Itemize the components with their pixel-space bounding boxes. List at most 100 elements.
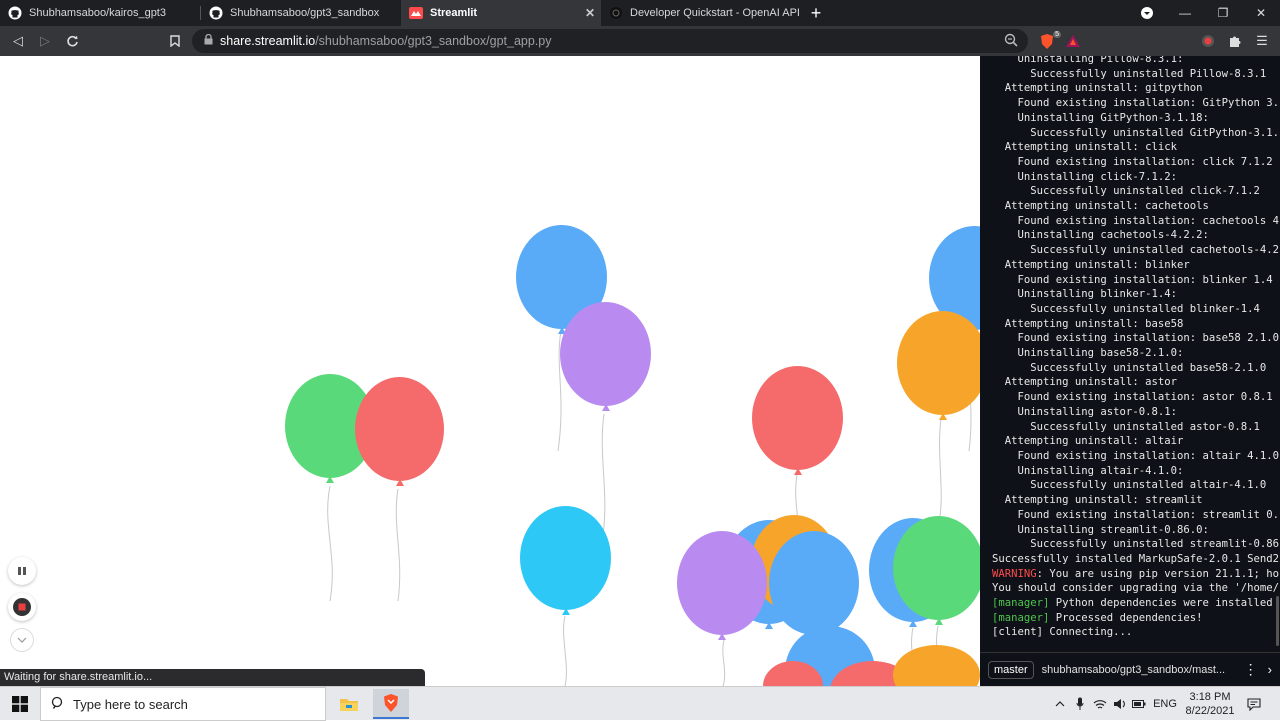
- back-button[interactable]: ◁: [8, 31, 28, 51]
- windows-start-icon[interactable]: [0, 687, 40, 721]
- reload-button[interactable]: [62, 31, 82, 51]
- balloon-knot: [561, 608, 570, 615]
- log-line: [manager] Python dependencies were insta…: [992, 597, 1273, 610]
- record-extension-icon[interactable]: [1198, 31, 1218, 51]
- log-line: Attempting uninstall: cachetools: [992, 200, 1209, 213]
- balloon-knot: [765, 622, 773, 629]
- wifi-icon[interactable]: [1090, 687, 1110, 721]
- log-line: Successfully uninstalled blinker-1.4: [992, 302, 1260, 315]
- log-line: Uninstalling altair-4.1.0:: [992, 464, 1184, 477]
- balloon: [752, 366, 843, 470]
- maximize-button[interactable]: ❐: [1204, 0, 1242, 26]
- log-lines: Uninstalling Pillow-8.3.1: Successfully …: [992, 56, 1279, 640]
- tab-4[interactable]: Developer Quickstart - OpenAI API: [601, 0, 801, 26]
- windows-taskbar: Type here to search ENG 3:18 PM 8/22/202…: [0, 686, 1280, 721]
- tab-2[interactable]: Shubhamsaboo/gpt3_sandbox: [201, 0, 401, 26]
- file-explorer-icon[interactable]: [331, 689, 367, 719]
- log-line: Found existing installation: altair 4.1.…: [992, 449, 1280, 462]
- browser-toolbar: ◁ ▷ share.streamlit.io/shubhamsaboo/gpt3…: [0, 26, 1280, 56]
- notifications-icon[interactable]: [1242, 687, 1266, 721]
- zoom-icon[interactable]: [1004, 33, 1018, 50]
- close-window-button[interactable]: ✕: [1242, 0, 1280, 26]
- balloon-knot: [793, 468, 802, 475]
- log-line: Attempting uninstall: click: [992, 141, 1177, 154]
- url-path: /shubhamsaboo/gpt3_sandbox/gpt_app.py: [315, 34, 552, 48]
- volume-icon[interactable]: [1111, 687, 1129, 721]
- more-options-icon[interactable]: ⋮: [1244, 661, 1258, 678]
- log-line: Found existing installation: base58 2.1.…: [992, 332, 1280, 345]
- openai-icon: [609, 6, 623, 20]
- collapse-chevron-icon[interactable]: [10, 628, 34, 652]
- log-line: Attempting uninstall: streamlit: [992, 494, 1203, 507]
- menu-icon[interactable]: ☰: [1252, 31, 1272, 51]
- stop-recording-button[interactable]: [8, 593, 36, 621]
- log-scrollbar[interactable]: [1276, 596, 1279, 646]
- log-line: Successfully installed MarkupSafe-2.0.1 …: [992, 552, 1280, 565]
- extensions-icon[interactable]: [1225, 31, 1245, 51]
- address-bar[interactable]: share.streamlit.io/shubhamsaboo/gpt3_san…: [192, 29, 1028, 53]
- balloon-knot: [909, 620, 917, 627]
- log-line: Uninstalling cachetools-4.2.2:: [992, 229, 1209, 242]
- github-icon: [8, 6, 22, 20]
- clock[interactable]: 3:18 PM 8/22/2021: [1182, 687, 1238, 721]
- log-line: Found existing installation: click 7.1.2: [992, 155, 1273, 168]
- log-line: [manager] Processed dependencies!: [992, 611, 1203, 624]
- log-line: Successfully uninstalled base58-2.1.0: [992, 361, 1267, 374]
- log-line: Uninstalling GitPython-3.1.18:: [992, 111, 1209, 124]
- battery-icon[interactable]: [1130, 687, 1148, 721]
- log-line: Found existing installation: astor 0.8.1: [992, 391, 1273, 404]
- url-host: share.streamlit.io: [220, 34, 316, 48]
- log-line: Uninstalling streamlit-0.86.0:: [992, 523, 1209, 536]
- log-line: WARNING: You are using pip version 21.1.…: [992, 567, 1280, 580]
- log-footer: master shubhamsaboo/gpt3_sandbox/mast...…: [980, 652, 1280, 686]
- tab-3[interactable]: Streamlit ✕: [401, 0, 601, 26]
- log-line: Successfully uninstalled cachetools-4.2: [992, 244, 1280, 257]
- tab-title: Developer Quickstart - OpenAI API: [630, 7, 800, 19]
- new-tab-button[interactable]: +: [801, 0, 831, 26]
- balloon: [520, 506, 611, 610]
- browser-tab-bar: Shubhamsaboo/kairos_gpt3 Shubhamsaboo/gpt…: [0, 0, 1280, 26]
- streamlit-app-page: [0, 56, 980, 686]
- log-line: Found existing installation: streamlit 0…: [992, 508, 1280, 521]
- forward-button[interactable]: ▷: [35, 31, 55, 51]
- brave-menu-icon[interactable]: [1128, 0, 1166, 26]
- balloon-knot: [718, 633, 726, 640]
- bookmark-icon[interactable]: [165, 31, 185, 51]
- balloon-knot: [395, 479, 404, 486]
- repo-path[interactable]: shubhamsaboo/gpt3_sandbox/mast...: [1042, 664, 1234, 676]
- brave-rewards-icon[interactable]: [1063, 31, 1083, 51]
- balloon: [893, 516, 980, 620]
- taskbar-search-input[interactable]: Type here to search: [40, 687, 326, 721]
- shields-count-badge: 5: [1053, 31, 1061, 38]
- balloon: [769, 531, 859, 635]
- tab-title: Shubhamsaboo/kairos_gpt3: [29, 7, 166, 19]
- tab-1[interactable]: Shubhamsaboo/kairos_gpt3: [0, 0, 200, 26]
- log-line: Uninstalling Pillow-8.3.1:: [992, 56, 1184, 65]
- log-line: Successfully uninstalled Pillow-8.3.1: [992, 67, 1267, 80]
- microphone-icon[interactable]: [1071, 687, 1089, 721]
- clock-date: 8/22/2021: [1185, 705, 1235, 717]
- log-line: Successfully uninstalled GitPython-3.1.: [992, 126, 1280, 139]
- brave-shields-icon[interactable]: 5: [1036, 31, 1061, 51]
- close-tab-icon[interactable]: ✕: [585, 6, 595, 20]
- branch-badge[interactable]: master: [988, 660, 1034, 679]
- log-line: Successfully uninstalled astor-0.8.1: [992, 420, 1260, 433]
- balloon-knot: [938, 413, 947, 420]
- log-line: Successfully uninstalled click-7.1.2: [992, 185, 1260, 198]
- balloon-knot: [326, 476, 334, 483]
- log-line: Uninstalling click-7.1.2:: [992, 170, 1177, 183]
- log-line: Found existing installation: cachetools …: [992, 214, 1280, 227]
- github-icon: [209, 6, 223, 20]
- search-placeholder: Type here to search: [73, 696, 188, 712]
- language-indicator[interactable]: ENG: [1150, 687, 1180, 721]
- tab-title: Shubhamsaboo/gpt3_sandbox: [230, 7, 380, 19]
- log-line: Found existing installation: GitPython 3…: [992, 97, 1280, 110]
- minimize-button[interactable]: —: [1166, 0, 1204, 26]
- log-line: Uninstalling base58-2.1.0:: [992, 347, 1184, 360]
- log-line: You should consider upgrading via the '/…: [992, 582, 1280, 595]
- brave-browser-icon[interactable]: [373, 689, 409, 719]
- pause-button[interactable]: [8, 557, 36, 585]
- tray-chevron-up-icon[interactable]: [1050, 687, 1070, 721]
- chevron-right-icon[interactable]: ›: [1268, 662, 1272, 677]
- log-line: Successfully uninstalled streamlit-0.86: [992, 538, 1280, 551]
